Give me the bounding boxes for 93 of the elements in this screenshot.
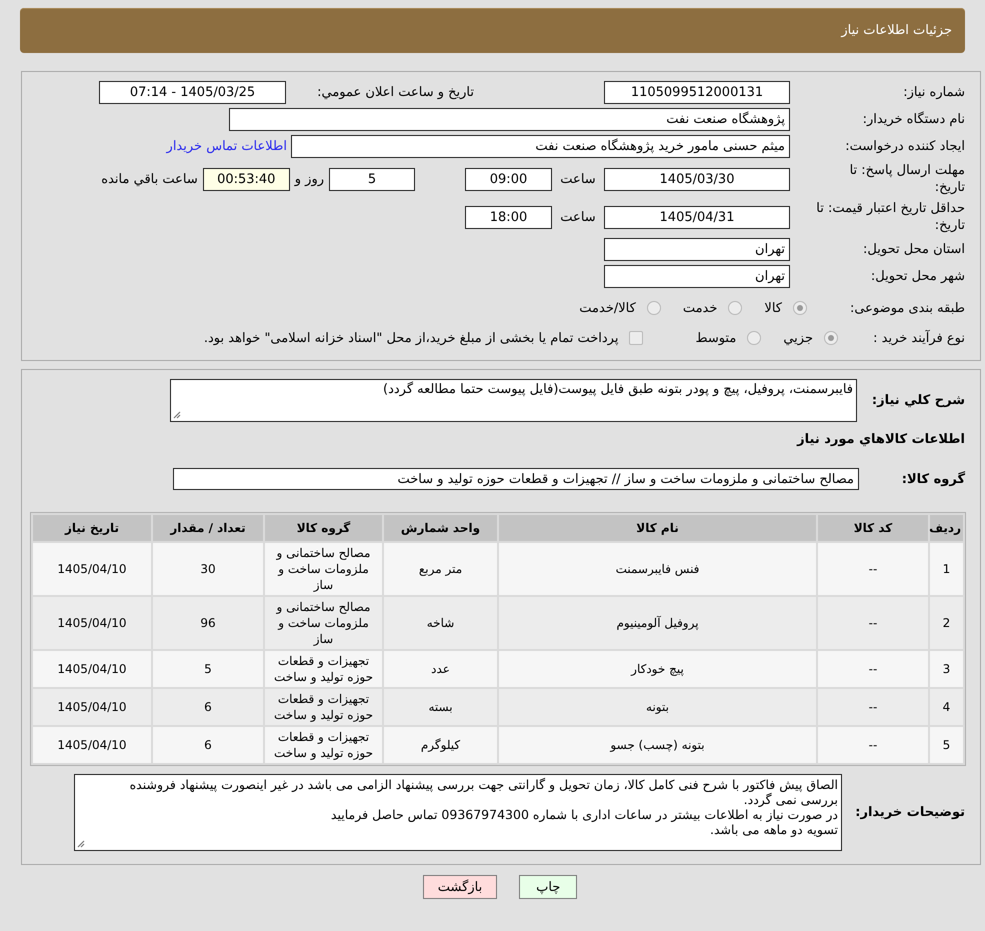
table-cell: عدد	[384, 651, 497, 687]
checkbox[interactable]	[629, 331, 644, 345]
radio-button[interactable]	[728, 301, 742, 315]
announcement-date-field[interactable]: 1405/03/25 - 07:14	[99, 81, 286, 104]
table-cell: --	[818, 689, 928, 725]
need-number-field[interactable]: 1105099512000131	[604, 81, 790, 104]
table-cell: مصالح ساختمانی و ملزومات ساخت و ساز	[265, 597, 382, 649]
table-cell: --	[818, 727, 928, 763]
province-field[interactable]: تهران	[604, 238, 790, 261]
column-header: نام کالا	[499, 515, 816, 541]
resize-grip-icon[interactable]	[173, 411, 181, 419]
buyer-org-field[interactable]: پژوهشگاه صنعت نفت	[229, 108, 790, 131]
field-label: شرح کلي نیاز:	[870, 393, 965, 408]
requester-field[interactable]: میثم حسنی مامور خرید پژوهشگاه صنعت نفت	[291, 135, 790, 158]
page-title: جزئیات اطلاعات نیاز	[841, 23, 952, 38]
field-label: نوع فرآیند خرید :	[872, 330, 965, 346]
field-label: ساعت	[559, 210, 597, 224]
print-button[interactable]: چاپ	[519, 875, 578, 899]
column-header: تعداد / مقدار	[153, 515, 263, 541]
radio-button[interactable]	[824, 331, 838, 345]
table-cell: کیلوگرم	[384, 727, 497, 763]
option-label: متوسط	[695, 330, 736, 346]
table-cell: 1	[930, 543, 963, 595]
field-label: گروه کالا:	[900, 472, 965, 486]
table-cell: بسته	[384, 689, 497, 725]
column-header: گروه کالا	[265, 515, 382, 541]
column-header: کد کالا	[818, 515, 928, 541]
table-cell: 1405/04/10	[33, 689, 151, 725]
deadline-date-field[interactable]: 1405/03/30	[604, 168, 790, 190]
checkbox-label: پرداخت تمام یا بخشی از مبلغ خرید،از محل "اسناد خزانه اسلامی" خواهد بود.	[204, 330, 618, 346]
field-label: تاریخ و ساعت اعلان عمومي:	[316, 85, 474, 100]
buyer-contact-link[interactable]: اطلاعات تماس خریدار	[166, 139, 287, 154]
resize-grip-icon[interactable]	[77, 840, 85, 848]
table-cell: --	[818, 651, 928, 687]
table-cell: تجهیزات و قطعات حوزه تولید و ساخت	[265, 727, 382, 763]
table-cell: پیچ خودکار	[499, 651, 816, 687]
section-heading: اطلاعات کالاهاي مورد نیاز	[797, 432, 965, 446]
table-cell: 1405/04/10	[33, 727, 151, 763]
table-cell: 4	[930, 689, 963, 725]
table-cell: تجهیزات و قطعات حوزه تولید و ساخت	[265, 689, 382, 725]
field-label: شهر محل تحویل:	[870, 268, 965, 285]
table-cell: 5	[153, 651, 263, 687]
field-label: استان محل تحویل:	[862, 241, 965, 258]
table-cell: بتونه	[499, 689, 816, 725]
field-label: حداقل تاریخ اعتبار قیمت: تا تاریخ:	[815, 200, 965, 234]
table-cell: 6	[153, 727, 263, 763]
table-cell: 5	[930, 727, 963, 763]
city-field[interactable]: تهران	[604, 265, 790, 288]
table-cell: 2	[930, 597, 963, 649]
field-label: روز و	[294, 172, 324, 186]
deadline-time-field[interactable]: 09:00	[465, 168, 552, 190]
field-label: ایجاد کننده درخواست:	[844, 138, 965, 155]
buyer-notes-field[interactable]: الصاق پیش فاکتور با شرح فنی کامل کالا، زمان تحویل و گارانتی جهت بررسی پیشنهاد الزامی می باشد در غیر اینصورت پیشنهاد فروشنده بررسی نمی گردد. در صورت نیاز به اطلاعات بیشتر در ساعات اداری با شماره 09367974300 تماس حاصل فرمایید تسویه دو ماهه می باشد.	[74, 774, 842, 851]
table-cell: پروفیل آلومینیوم	[499, 597, 816, 649]
table-cell: مصالح ساختمانی و ملزومات ساخت و ساز	[265, 543, 382, 595]
table-cell: 3	[930, 651, 963, 687]
table-cell: بتونه (چسب) جسو	[499, 727, 816, 763]
field-label: شماره نیاز:	[902, 84, 965, 101]
column-header: واحد شمارش	[384, 515, 497, 541]
table-cell: فنس فایبرسمنت	[499, 543, 816, 595]
validity-time-field[interactable]: 18:00	[465, 206, 552, 228]
table-cell: --	[818, 543, 928, 595]
radio-button[interactable]	[646, 301, 661, 315]
option-label: کالا	[764, 300, 782, 316]
item-group-field[interactable]: مصالح ساختمانی و ملزومات ساخت و ساز // تجهیزات و قطعات حوزه تولید و ساخت	[173, 468, 859, 490]
table-cell: شاخه	[384, 597, 497, 649]
field-label: ساعت	[559, 172, 597, 186]
description-field[interactable]: فایبرسمنت، پروفیل، پیچ و پودر بتونه طبق فایل پیوست(فایل پیوست حتما مطالعه گردد)	[170, 379, 857, 422]
table-cell: 1405/04/10	[33, 597, 151, 649]
option-label: جزيي	[783, 330, 813, 346]
table-cell: تجهیزات و قطعات حوزه تولید و ساخت	[265, 651, 382, 687]
field-label: ساعت باقي مانده	[101, 172, 198, 186]
table-cell: --	[818, 597, 928, 649]
table-cell: 1405/04/10	[33, 651, 151, 687]
radio-button[interactable]	[747, 331, 762, 345]
table-cell: 30	[153, 543, 263, 595]
back-button[interactable]: بازگشت	[422, 875, 498, 899]
field-label: توضیحات خریدار:	[854, 805, 965, 820]
time-left-field[interactable]: 00:53:40	[202, 168, 290, 190]
option-label: کالا/خدمت	[579, 300, 636, 316]
field-label: طبقه بندی موضوعی:	[848, 300, 965, 316]
radio-button[interactable]	[793, 301, 807, 315]
table-cell: 96	[153, 597, 263, 649]
validity-date-field[interactable]: 1405/04/31	[604, 206, 790, 228]
field-label: نام دستگاه خریدار:	[862, 111, 965, 128]
table-cell: 1405/04/10	[33, 543, 151, 595]
table-cell: 6	[153, 689, 263, 725]
field-label: مهلت ارسال پاسخ: تا تاریخ:	[848, 162, 965, 196]
column-header: ردیف	[930, 515, 963, 541]
option-label: خدمت	[682, 300, 718, 316]
table-cell: متر مربع	[384, 543, 497, 595]
days-left-field[interactable]: 5	[329, 168, 415, 190]
column-header: تاریخ نیاز	[33, 515, 151, 541]
